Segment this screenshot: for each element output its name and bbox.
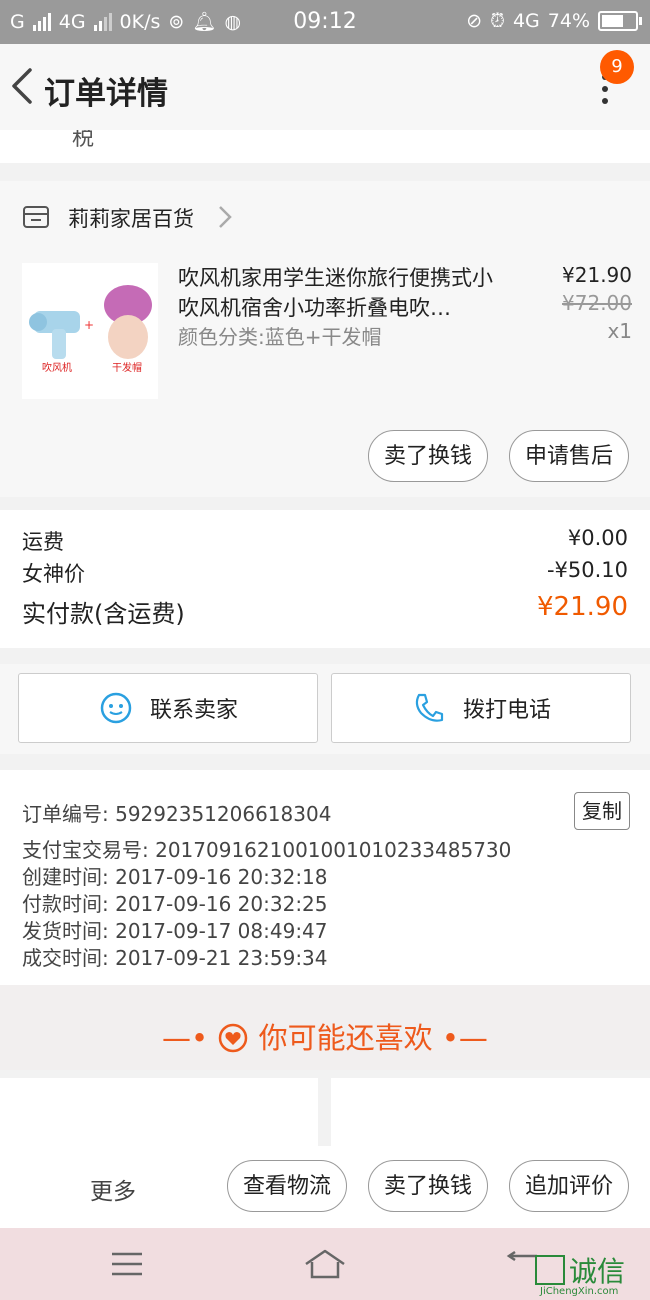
previous-section-strip: 税: [0, 130, 650, 163]
total-value: ¥21.90: [537, 592, 628, 622]
alipay-number: 支付宝交易号: 2017091621001001010233485730: [22, 838, 512, 862]
cut-off-text: 税: [72, 130, 95, 151]
notification-badge: 9: [600, 50, 634, 84]
contact-bar: 联系卖家 拨打电话: [0, 664, 650, 754]
recommend-item[interactable]: [0, 1078, 318, 1146]
created-time: 创建时间: 2017-09-16 20:32:18: [22, 865, 328, 889]
recommend-title: 你可能还喜欢: [258, 1021, 433, 1055]
store-icon: [23, 206, 49, 228]
network2-label: 4G: [512, 10, 540, 32]
resell-bottom-button[interactable]: 卖了换钱: [368, 1160, 488, 1212]
product-price: ¥21.90: [562, 263, 632, 287]
battery-icon: [598, 11, 642, 31]
store-row[interactable]: 莉莉家居百货: [0, 181, 650, 253]
chevron-right-icon: [219, 206, 232, 228]
back-arrow-icon[interactable]: [8, 66, 38, 106]
resell-button[interactable]: 卖了换钱: [368, 430, 488, 482]
paid-time: 付款时间: 2017-09-16 20:32:25: [22, 892, 328, 916]
store-name: 莉莉家居百货: [68, 207, 194, 231]
more-actions-button[interactable]: 更多: [90, 1172, 136, 1206]
copy-button[interactable]: 复制: [574, 792, 630, 830]
view-logistics-button[interactable]: 查看物流: [227, 1160, 347, 1212]
discount-label: 女神价: [22, 562, 85, 586]
nav-bar: 订单详情: [0, 44, 650, 130]
call-phone-label: 拨打电话: [462, 698, 551, 723]
recommend-header: —• 你可能还喜欢 •—: [0, 985, 650, 1070]
total-label: 实付款(含运费): [22, 600, 185, 628]
watermark-subtext: JiChengXin.com: [540, 1286, 619, 1297]
home-icon[interactable]: [303, 1248, 347, 1280]
menu-icon[interactable]: [110, 1250, 144, 1278]
watermark-logo: 诚信: [535, 1250, 625, 1290]
product-quantity: x1: [607, 319, 632, 343]
heart-icon: [219, 1023, 248, 1053]
bottom-action-bar: 更多 查看物流 卖了换钱 追加评价: [0, 1146, 650, 1228]
watermark-box-icon: [535, 1255, 565, 1285]
status-bar: G 4G 0K/s ⊚ 🔔︎ ◍ 09:12 ⊘ ⏰︎ 4G 74%: [0, 0, 650, 44]
contact-seller-label: 联系卖家: [149, 698, 238, 723]
product-item[interactable]: + 吹风机 干发帽 吹风机家用学生迷你旅行便携式小吹风机宿舍小功率折叠电吹… 颜…: [0, 253, 650, 497]
back-nav-icon[interactable]: [505, 1250, 539, 1278]
product-image: + 吹风机 干发帽: [22, 263, 158, 399]
phone-icon: [415, 693, 444, 722]
contact-seller-button[interactable]: 联系卖家: [18, 673, 318, 743]
order-number: 订单编号: 59292351206618304: [22, 802, 332, 826]
order-info: 订单编号: 59292351206618304 复制 支付宝交易号: 20170…: [0, 770, 650, 985]
discount-value: -¥50.10: [546, 558, 628, 582]
watermark-text: 诚信: [569, 1255, 626, 1288]
product-image-label-1: 吹风机: [42, 361, 72, 374]
product-title: 吹风机家用学生迷你旅行便携式小吹风机宿舍小功率折叠电吹…: [178, 266, 493, 320]
status-right: ⊘ ⏰︎ 4G 74%: [466, 10, 642, 32]
after-sale-button[interactable]: 申请售后: [509, 430, 629, 482]
shipped-time: 发货时间: 2017-09-17 08:49:47: [22, 919, 328, 943]
call-phone-button[interactable]: 拨打电话: [331, 673, 631, 743]
product-original-price: ¥72.00: [562, 291, 632, 315]
alarm-icon: ⏰︎: [490, 10, 505, 32]
recommend-title-row: —• 你可能还喜欢 •—: [162, 1021, 488, 1055]
mute-icon: ⊘: [466, 10, 483, 32]
product-sku: 颜色分类:蓝色+干发帽: [178, 325, 382, 349]
battery-percent: 74%: [547, 10, 590, 32]
shipping-value: ¥0.00: [567, 526, 628, 550]
chat-bubble-icon: [100, 692, 132, 724]
recommend-item[interactable]: [331, 1078, 650, 1146]
fee-summary: 运费 ¥0.00 女神价 -¥50.10 实付款(含运费) ¥21.90: [0, 510, 650, 648]
product-image-label-2: 干发帽: [112, 361, 142, 374]
shipping-label: 运费: [22, 530, 64, 554]
svg-text:+: +: [84, 318, 94, 332]
add-review-button[interactable]: 追加评价: [509, 1160, 629, 1212]
page-title: 订单详情: [44, 76, 168, 112]
completed-time: 成交时间: 2017-09-21 23:59:34: [22, 946, 328, 970]
